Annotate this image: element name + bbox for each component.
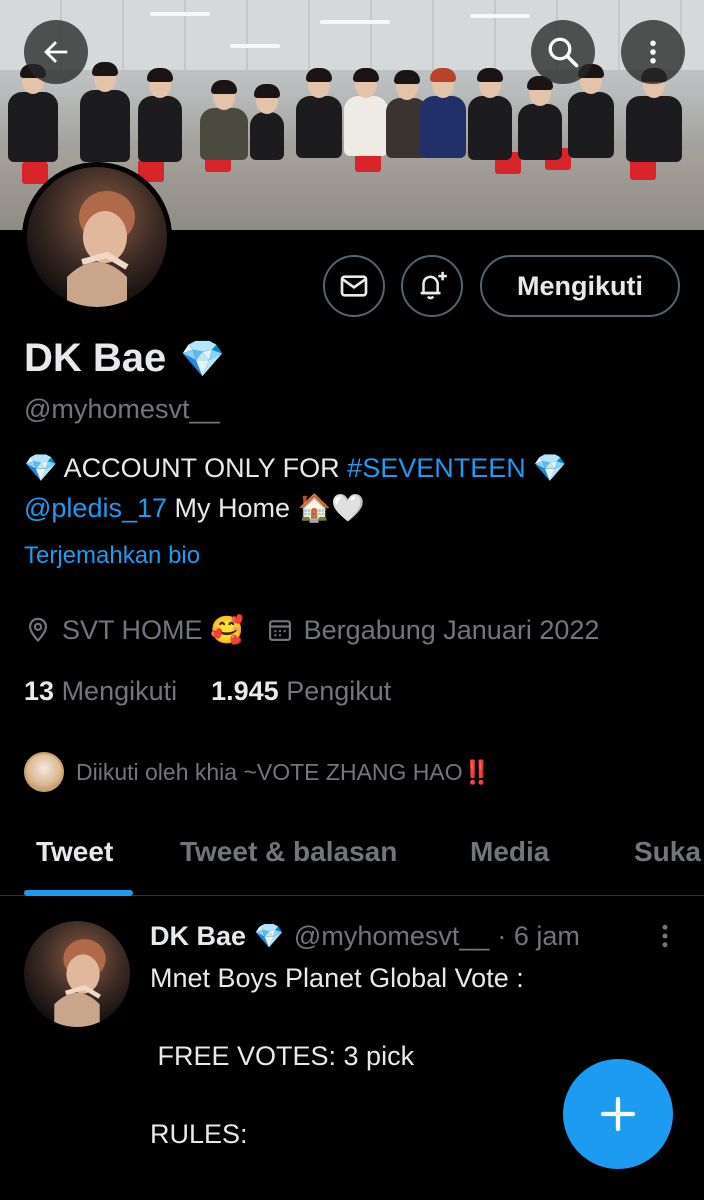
followed-by[interactable]: Diikuti oleh khia ~VOTE ZHANG HAO‼️	[24, 752, 491, 792]
banner-person	[518, 76, 562, 160]
banner-light	[150, 12, 210, 16]
banner-person	[568, 64, 614, 158]
tab-media[interactable]: Media	[470, 836, 549, 868]
banner-person	[80, 62, 130, 162]
message-button[interactable]	[323, 255, 385, 317]
bio-text: 💎	[525, 453, 567, 483]
banner-person	[138, 68, 182, 162]
tweet-text: Mnet Boys Planet Global Vote : FREE VOTE…	[150, 963, 524, 1149]
verified-diamond-icon: 💎	[254, 923, 284, 950]
location-pin-icon	[28, 617, 48, 643]
followers-label: Pengikut	[286, 676, 392, 706]
followers-count: 1.945	[211, 676, 279, 706]
tab-likes[interactable]: Suka	[634, 836, 701, 868]
location-text: SVT HOME 🥰	[62, 615, 244, 645]
following-stat[interactable]: 13 Mengikuti	[24, 676, 177, 707]
tweet-avatar[interactable]	[24, 921, 130, 1027]
tweet-header: DK Bae 💎 @myhomesvt__ · 6 jam	[150, 921, 580, 952]
banner-person	[8, 64, 58, 162]
following-label: Mengikuti	[61, 676, 178, 706]
joined-text: Bergabung Januari 2022	[303, 614, 600, 645]
plus-icon	[600, 1096, 636, 1132]
banner-person	[200, 80, 248, 160]
arrow-left-icon	[44, 41, 68, 63]
followers-stat[interactable]: 1.945 Pengikut	[211, 676, 391, 707]
more-vertical-icon	[650, 40, 656, 64]
banner-person	[296, 68, 342, 158]
bio-line-2: @pledis_17 My Home 🏠🤍	[24, 488, 694, 528]
back-button[interactable]	[24, 20, 88, 84]
location-item: SVT HOME 🥰	[24, 614, 244, 646]
profile-bio: 💎 ACCOUNT ONLY FOR #SEVENTEEN 💎 @pledis_…	[24, 448, 694, 528]
translate-bio-link[interactable]: Terjemahkan bio	[24, 542, 200, 570]
profile-avatar[interactable]	[22, 162, 172, 312]
banner-light	[470, 14, 530, 18]
search-icon	[548, 37, 579, 68]
tweet-author-handle[interactable]: @myhomesvt__	[294, 921, 489, 952]
following-count: 13	[24, 676, 55, 706]
joined-item: Bergabung Januari 2022	[266, 614, 600, 646]
profile-meta: SVT HOME 🥰 Bergabung Januari 2022	[24, 614, 599, 646]
tab-active-indicator	[24, 890, 133, 896]
profile-handle: @myhomesvt__	[24, 394, 220, 424]
tweet-author-name[interactable]: DK Bae	[150, 921, 246, 952]
bio-mention-link[interactable]: @pledis_17	[24, 493, 167, 523]
compose-tweet-button[interactable]	[563, 1059, 673, 1169]
banner-person	[344, 68, 388, 156]
profile-stats: 13 Mengikuti 1.945 Pengikut	[24, 676, 391, 707]
banner-person	[626, 68, 682, 162]
more-options-button[interactable]	[621, 20, 685, 84]
banner-person	[250, 84, 284, 160]
mail-icon	[340, 275, 368, 297]
banner-light	[230, 44, 280, 48]
verified-diamond-icon: 💎	[180, 337, 226, 379]
search-button[interactable]	[531, 20, 595, 84]
bio-hashtag-link[interactable]: #SEVENTEEN	[347, 453, 526, 483]
tweet-time: · 6 jam	[497, 921, 580, 951]
follower-avatar	[24, 752, 64, 792]
profile-name: DK Bae 💎	[24, 336, 225, 381]
profile-page: Mengikuti DK Bae 💎 @myhomesvt__ 💎 ACCOUN…	[0, 0, 704, 1200]
banner-ceiling	[0, 0, 704, 70]
bio-text: 💎 ACCOUNT ONLY FOR	[24, 453, 348, 483]
profile-tabs: Tweet Tweet & balasan Media Suka	[0, 812, 704, 896]
bell-plus-icon	[420, 271, 447, 300]
profile-name-text: DK Bae	[24, 336, 167, 380]
bio-text: My Home 🏠🤍	[167, 493, 365, 523]
more-vertical-icon	[662, 924, 668, 948]
tweet-more-button[interactable]	[656, 921, 674, 951]
banner-person	[468, 68, 512, 160]
notify-button[interactable]	[401, 255, 463, 317]
following-button[interactable]: Mengikuti	[480, 255, 680, 317]
banner-light	[320, 20, 390, 24]
banner-person	[420, 68, 466, 158]
banner-stool	[22, 162, 48, 184]
tab-tweet-replies[interactable]: Tweet & balasan	[180, 836, 397, 868]
calendar-icon	[268, 620, 291, 642]
avatar-portrait	[67, 191, 135, 307]
tab-tweet[interactable]: Tweet	[36, 836, 113, 868]
followed-by-text: Diikuti oleh khia ~VOTE ZHANG HAO‼️	[76, 758, 492, 785]
tweet-avatar-portrait	[54, 939, 106, 1027]
bio-line-1: 💎 ACCOUNT ONLY FOR #SEVENTEEN 💎	[24, 448, 694, 488]
